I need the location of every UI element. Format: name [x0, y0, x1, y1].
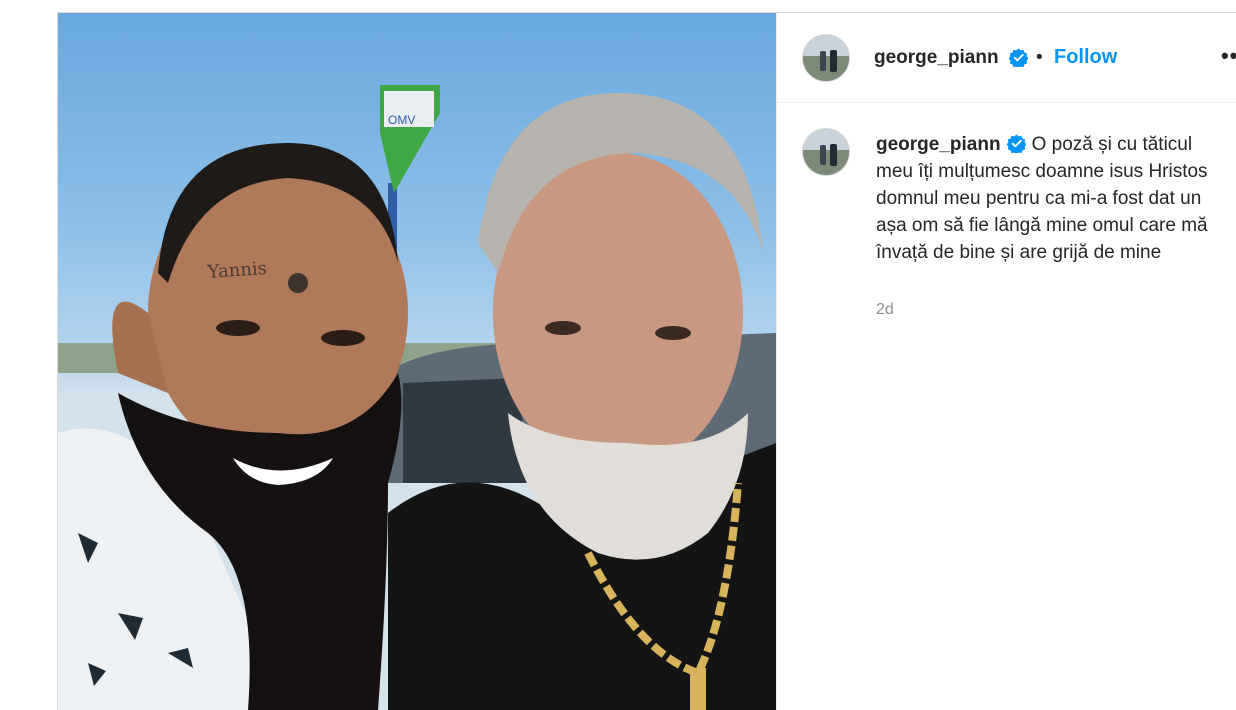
forehead-dot — [288, 273, 308, 293]
post-caption: george_piann O poză și cu tăticul meu îți… — [876, 131, 1221, 266]
post-header: george_piann • Follow •• — [777, 13, 1236, 103]
verified-badge-icon — [1006, 134, 1026, 153]
selfie-illustration: OMV Yannis — [58, 85, 776, 710]
verified-badge-icon — [1009, 48, 1028, 67]
more-options-icon[interactable]: •• — [1221, 43, 1236, 69]
car-window — [403, 378, 528, 483]
left-eye-l — [216, 320, 260, 336]
right-eye-r — [655, 326, 691, 340]
caption-avatar[interactable] — [802, 128, 850, 176]
header-username[interactable]: george_piann — [874, 47, 999, 69]
header-separator: • — [1036, 47, 1043, 68]
caption-username[interactable]: george_piann — [876, 134, 1001, 155]
post-side-panel: george_piann • Follow •• george_piannO p… — [776, 13, 1236, 710]
forehead-tattoo: Yannis — [206, 258, 268, 283]
omv-sign-text: OMV — [388, 113, 415, 127]
header-avatar[interactable] — [802, 34, 850, 82]
post-timestamp[interactable]: 2d — [876, 301, 894, 319]
follow-button[interactable]: Follow — [1054, 46, 1117, 69]
post-photo[interactable]: OMV Yannis — [58, 13, 776, 710]
left-eye-r — [321, 330, 365, 346]
right-eye-l — [545, 321, 581, 335]
chain-pendant — [690, 668, 706, 710]
